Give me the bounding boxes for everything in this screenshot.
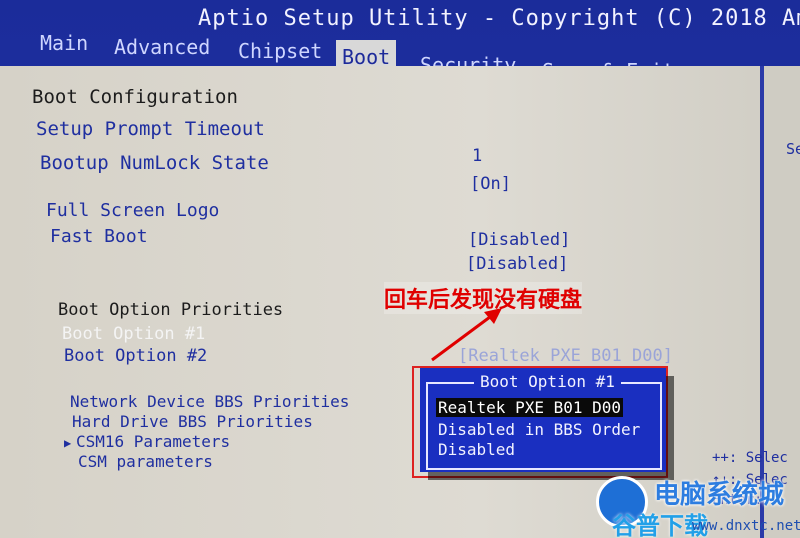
full-screen-logo-label[interactable]: Full Screen Logo [46, 200, 219, 221]
popup-option-realtek[interactable]: Realtek PXE B01 D00 [436, 398, 624, 417]
popup-title: Boot Option #1 [474, 372, 621, 391]
annotation-arrow-icon [431, 308, 502, 362]
submenu-arrow-icon: ▶ [64, 436, 72, 450]
title-text: Aptio Setup Utility - Copyright (C) 2018… [198, 6, 800, 31]
bios-screen: Aptio Setup Utility - Copyright (C) 2018… [0, 0, 800, 538]
help-top: Se [786, 140, 800, 158]
csm-label[interactable]: CSM parameters [78, 452, 213, 471]
fast-boot-label[interactable]: Fast Boot [50, 226, 148, 247]
bootup-numlock-value[interactable]: [On] [470, 174, 511, 194]
watermark-url: www.dnxtc.net [692, 518, 800, 534]
help-select-screen: ++: Selec [712, 450, 788, 466]
popup-option-disabled[interactable]: Disabled [438, 440, 515, 459]
popup-option-disabled-bbs[interactable]: Disabled in BBS Order [438, 420, 640, 439]
menu-main[interactable]: Main [34, 26, 94, 60]
boot-config-header: Boot Configuration [32, 86, 238, 108]
help-panel: Se [764, 66, 800, 538]
fast-boot-value[interactable]: [Disabled] [466, 254, 568, 274]
setup-prompt-timeout-label[interactable]: Setup Prompt Timeout [36, 118, 265, 140]
network-bbs-label[interactable]: Network Device BBS Priorities [70, 392, 349, 411]
hard-drive-bbs-label[interactable]: Hard Drive BBS Priorities [72, 412, 313, 431]
menu-chipset[interactable]: Chipset [232, 34, 328, 68]
menu-bar: Main Advanced Chipset Boot Security Save… [0, 30, 800, 83]
setup-prompt-timeout-value[interactable]: 1 [472, 146, 482, 166]
watermark: 电脑系统城 谷普下载 www.dnxtc.net [596, 470, 800, 538]
menu-advanced[interactable]: Advanced [108, 30, 216, 64]
csm16-label[interactable]: CSM16 Parameters [76, 432, 230, 451]
full-screen-logo-value[interactable]: [Disabled] [468, 230, 570, 250]
bootup-numlock-label[interactable]: Bootup NumLock State [40, 152, 269, 174]
boot-priorities-header: Boot Option Priorities [58, 300, 284, 320]
boot-option-1-label[interactable]: Boot Option #1 [62, 324, 205, 344]
boot-option-popup: Boot Option #1 Realtek PXE B01 D00 Disab… [420, 368, 666, 472]
boot-option-2-label[interactable]: Boot Option #2 [64, 346, 207, 366]
